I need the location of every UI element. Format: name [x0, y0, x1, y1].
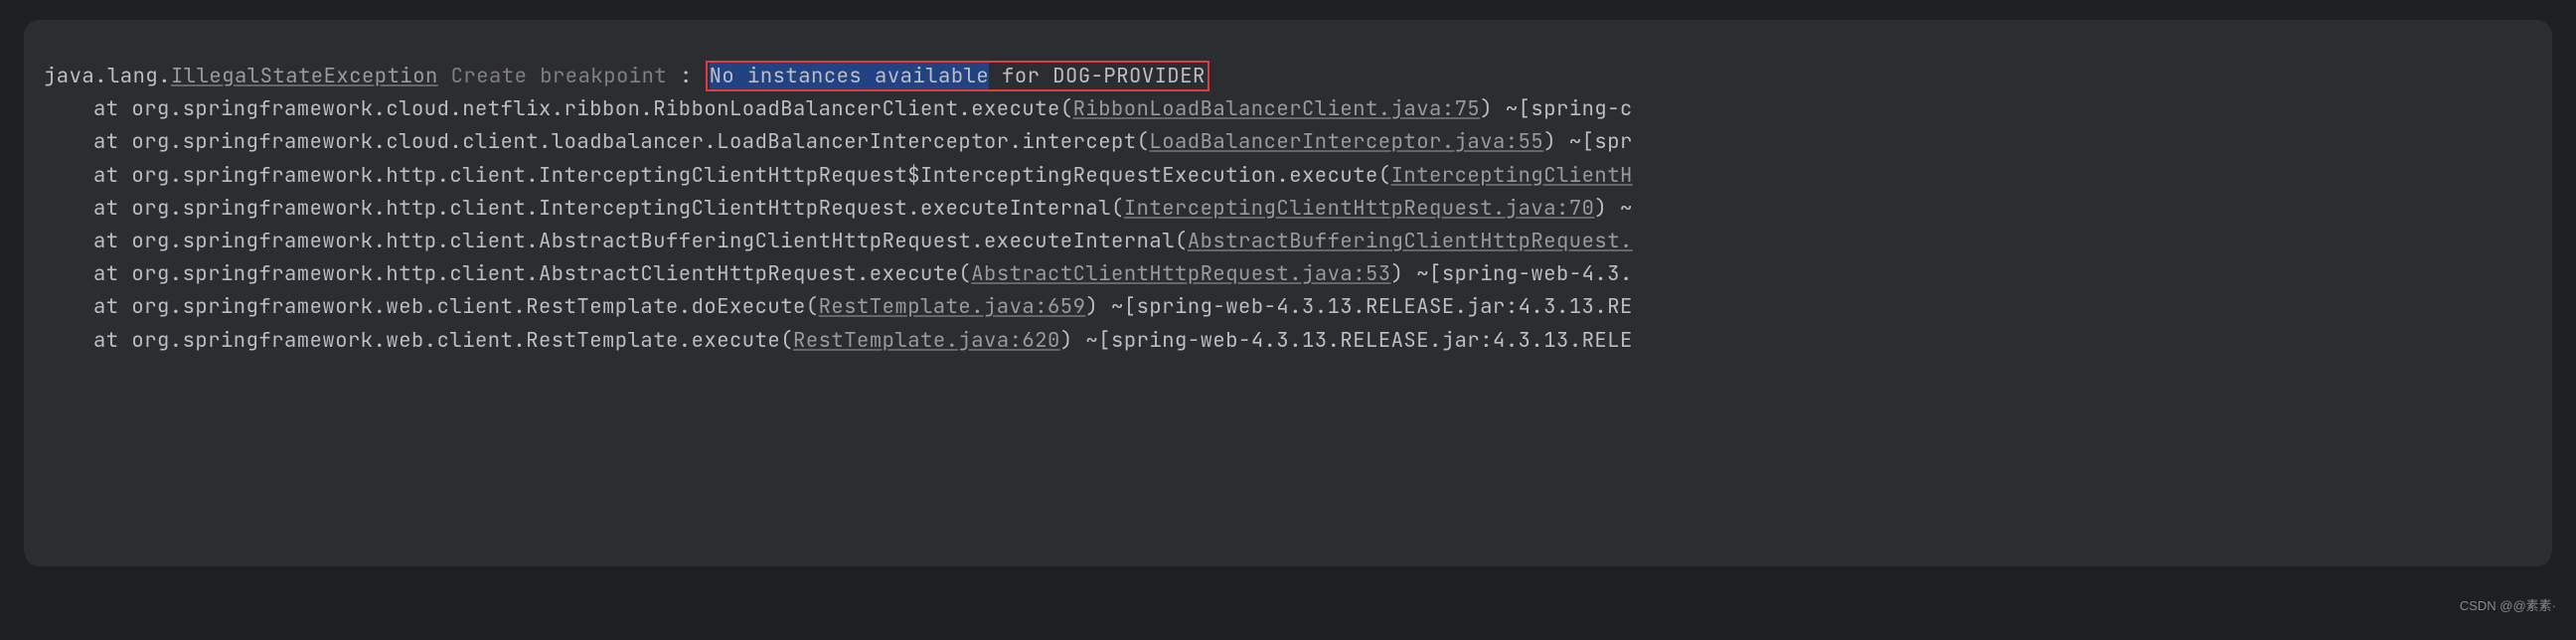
jar-info-text: ) ~[spr [1543, 128, 1633, 155]
exception-package: java.lang. [44, 63, 171, 89]
source-location-link[interactable]: AbstractBufferingClientHttpRequest. [1188, 228, 1633, 254]
at-keyword: at [93, 293, 131, 320]
console-output: java.lang.IllegalStateException Create b… [24, 20, 2552, 566]
at-keyword: at [93, 195, 131, 222]
frame-method: org.springframework.web.client.RestTempl… [131, 327, 793, 354]
jar-info-text: ) ~[spring-web-4.3.13.RELEASE.jar:4.3.13… [1085, 293, 1632, 320]
stack-frame-line: at org.springframework.cloud.client.load… [44, 125, 2532, 158]
frame-method: org.springframework.http.client.Intercep… [131, 162, 1390, 189]
colon-separator: : [667, 63, 705, 89]
watermark-text: CSDN @@素素· [2460, 595, 2556, 614]
source-location-link[interactable]: RestTemplate.java:620 [793, 327, 1060, 354]
exception-line: java.lang.IllegalStateException Create b… [44, 60, 2532, 92]
stack-frame-line: at org.springframework.web.client.RestTe… [44, 324, 2532, 357]
source-location-link[interactable]: InterceptingClientH [1391, 162, 1633, 189]
source-location-link[interactable]: LoadBalancerInterceptor.java:55 [1149, 128, 1543, 155]
jar-info-text: ) ~[spring-c [1480, 95, 1633, 122]
jar-info-text: ) ~ [1594, 195, 1632, 222]
error-highlight-box: No instances available for DOG-PROVIDER [706, 61, 1209, 91]
at-keyword: at [93, 128, 131, 155]
stack-frame-line: at org.springframework.http.client.Inter… [44, 192, 2532, 225]
frame-method: org.springframework.web.client.RestTempl… [131, 293, 818, 320]
stack-frame-line: at org.springframework.http.client.Abstr… [44, 225, 2532, 257]
source-location-link[interactable]: RestTemplate.java:659 [819, 293, 1086, 320]
at-keyword: at [93, 260, 131, 287]
frame-method: org.springframework.cloud.client.loadbal… [131, 128, 1149, 155]
frame-method: org.springframework.http.client.Abstract… [131, 260, 971, 287]
exception-class-link[interactable]: IllegalStateException [171, 63, 438, 89]
selected-error-text: No instances available [710, 63, 990, 89]
jar-info-text: ) ~[spring-web-4.3.13.RELEASE.jar:4.3.13… [1060, 327, 1633, 354]
jar-info-text: ) ~[spring-web-4.3. [1391, 260, 1633, 287]
error-message-rest: for DOG-PROVIDER [989, 63, 1206, 89]
frame-method: org.springframework.http.client.Abstract… [131, 228, 1187, 254]
frame-method: org.springframework.cloud.netflix.ribbon… [131, 95, 1072, 122]
at-keyword: at [93, 162, 131, 189]
stack-frame-line: at org.springframework.http.client.Abstr… [44, 257, 2532, 290]
frame-method: org.springframework.http.client.Intercep… [131, 195, 1123, 222]
create-breakpoint-hint[interactable]: Create breakpoint [438, 63, 667, 89]
stack-frame-line: at org.springframework.cloud.netflix.rib… [44, 92, 2532, 125]
stack-frame-line: at org.springframework.http.client.Inter… [44, 159, 2532, 192]
at-keyword: at [93, 327, 131, 354]
at-keyword: at [93, 95, 131, 122]
at-keyword: at [93, 228, 131, 254]
source-location-link[interactable]: RibbonLoadBalancerClient.java:75 [1073, 95, 1481, 122]
stack-frame-line: at org.springframework.web.client.RestTe… [44, 290, 2532, 323]
source-location-link[interactable]: AbstractClientHttpRequest.java:53 [971, 260, 1390, 287]
source-location-link[interactable]: InterceptingClientHttpRequest.java:70 [1124, 195, 1595, 222]
